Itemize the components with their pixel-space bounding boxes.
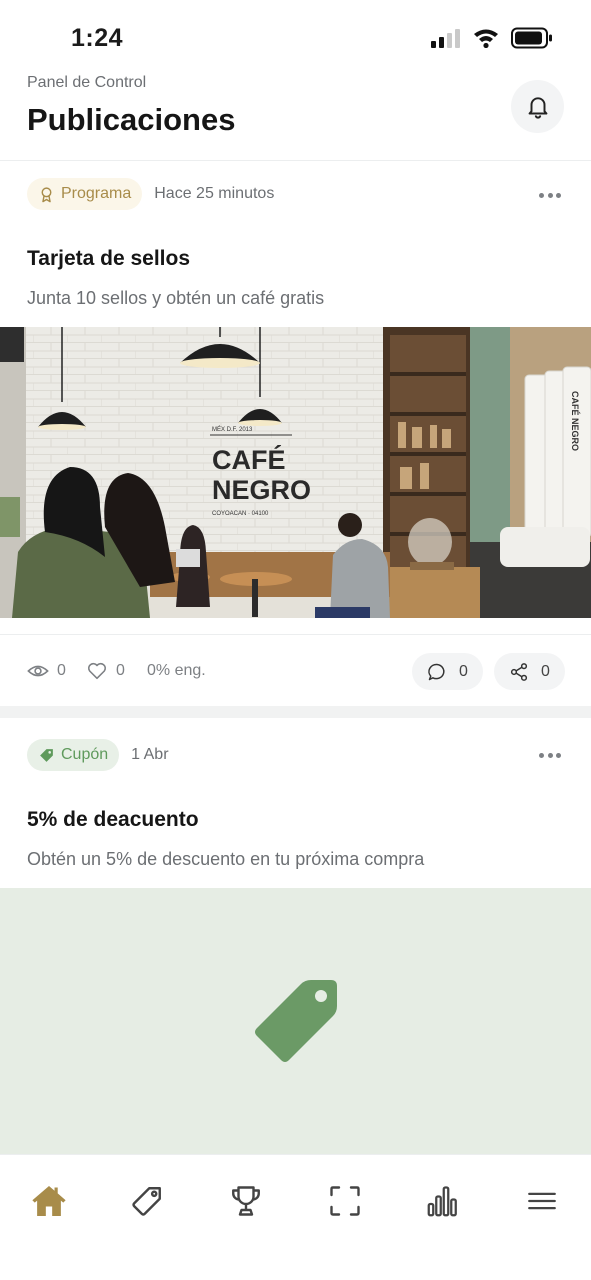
post-title: Tarjeta de sellos [27,247,191,270]
scan-icon [330,1186,360,1216]
post-time: Hace 25 minutos [154,185,275,202]
sign-line2: NEGRO [212,475,311,505]
program-badge: Programa [27,178,143,210]
likes-stat[interactable]: 0 [86,646,125,696]
likes-count: 0 [116,662,125,679]
page-header: Panel de Control Publicaciones [0,70,591,160]
page-title: Publicaciones [27,102,236,137]
badge-label: Programa [61,185,132,202]
badge-label: Cupón [61,746,109,763]
dot [556,752,561,758]
cafe-photo: CAFÉ NEGRO MÉX D.F. 2013 CAFÉ NEGRO COYO… [0,327,591,618]
sign-bottom-text: COYOACAN · 04100 [212,511,269,517]
post-stats: 0 0 0% eng. 0 0 [0,646,591,696]
coupon-image[interactable] [0,888,591,1154]
svg-text:CAFÉ NEGRO: CAFÉ NEGRO [570,391,580,451]
dot [547,192,553,198]
tag-icon [40,748,53,762]
status-time: 1:24 [71,24,124,52]
tab-rewards[interactable] [224,1179,268,1223]
status-icons [431,27,553,49]
engagement-stat: 0% eng. [147,646,206,696]
share-icon [510,662,528,681]
tab-stats[interactable] [421,1179,465,1223]
dot [556,192,561,198]
more-options-button[interactable] [539,184,561,206]
dot [547,752,553,758]
status-bar: 1:24 [0,0,591,78]
engagement-value: 0% eng. [147,662,206,679]
shares-count: 0 [541,662,550,680]
post-title: 5% de deacuento [27,808,199,831]
comment-icon [428,663,445,680]
signal-icon [431,29,460,48]
views-count: 0 [57,662,66,679]
battery-icon [511,27,552,49]
bottom-tab-bar [0,1154,591,1280]
post-image[interactable]: CAFÉ NEGRO MÉX D.F. 2013 CAFÉ NEGRO COYO… [0,327,591,618]
views-stat: 0 [27,646,66,696]
chart-icon [427,1186,457,1217]
wifi-icon [474,29,498,48]
trophy-icon [232,1186,260,1216]
tab-coupons[interactable] [125,1179,169,1223]
sign-top-text: MÉX D.F. 2013 [212,426,253,433]
home-icon [32,1185,66,1217]
share-button[interactable]: 0 [494,653,565,690]
post-description: Obtén un 5% de descuento en tu próxima c… [27,849,425,869]
dot [539,752,544,758]
coupon-tag-icon [254,980,337,1062]
more-options-button[interactable] [539,744,561,766]
post-separator [0,706,591,718]
tab-menu[interactable] [520,1179,564,1223]
tab-scan[interactable] [323,1179,367,1223]
post-description: Junta 10 sellos y obtén un café gratis [27,288,325,308]
post-meta: Programa Hace 25 minutos [27,178,274,210]
tag-icon [132,1187,161,1216]
award-icon [41,186,52,202]
bell-icon [528,96,547,119]
dot [539,192,544,198]
eye-icon [27,665,49,677]
menu-icon [528,1192,556,1210]
sign-line1: CAFÉ [212,444,286,475]
breadcrumb[interactable]: Panel de Control [27,74,146,92]
comments-count: 0 [459,662,468,680]
tab-home[interactable] [27,1179,71,1223]
comments-button[interactable]: 0 [412,653,483,690]
image-divider [0,634,591,635]
heart-icon [87,662,107,680]
post-meta: Cupón 1 Abr [27,739,169,771]
notifications-button[interactable] [511,80,564,133]
post-time: 1 Abr [131,746,169,763]
coupon-badge: Cupón [27,739,120,771]
